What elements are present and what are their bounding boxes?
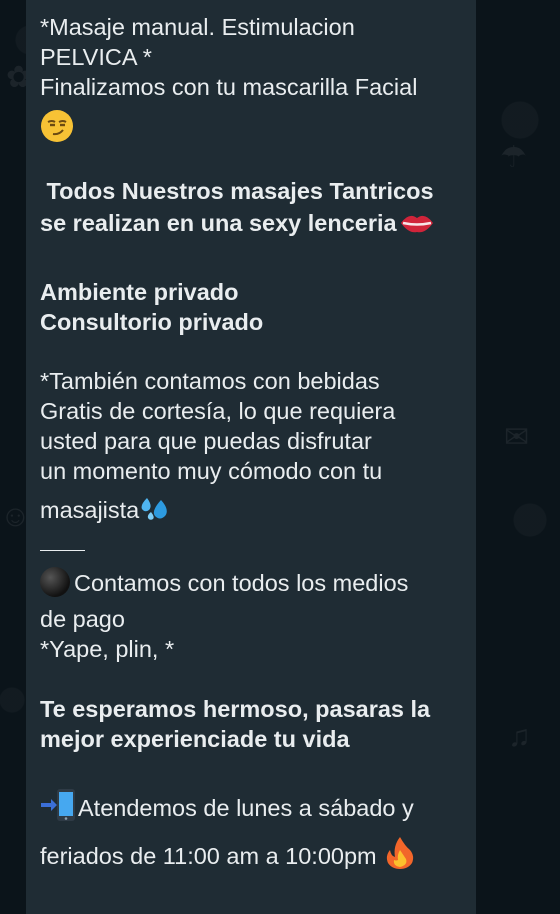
divider [40,550,85,551]
mobile-phone-arrow-icon [41,789,75,821]
message-line: Contamos con todos los medios [40,567,470,598]
wallpaper-doodle-icon: ✉ [504,421,530,454]
message-line: PELVICA * [40,44,152,70]
message-line: se realizan en una sexy lenceria [40,208,470,238]
message-line: *También contamos con bebidas [40,368,380,394]
message-line: de pago [40,606,125,632]
message-line: Consultorio privado [40,309,264,335]
message-line: un momento muy cómodo con tu [40,458,383,484]
message-line: Ambiente privado [40,279,239,305]
message-line: mejor experienciade tu vida [40,726,350,752]
wallpaper-doodle-icon: ♫ [508,720,531,753]
message-line: Finalizamos con tu mascarilla Facial [40,74,418,100]
message-line: *Masaje manual. Estimulacion [40,14,355,40]
sweat-droplets-icon [141,498,168,520]
wallpaper-doodle-icon: ☂ [500,141,527,174]
message-line: Gratis de cortesía, lo que requiera [40,398,396,424]
message-line: masajista [40,494,470,525]
fire-icon [386,837,413,869]
message-line: usted para que puedas disfrutar [40,428,372,454]
lips-icon [400,215,433,233]
message-line: Te esperamos hermoso, pasaras la [40,696,431,722]
message-line: Todos Nuestros masajes Tantricos [40,178,434,204]
message-line: feriados de 11:00 am a 10:00pm [40,836,470,871]
message-line: Atendemos de lunes a sábado y [40,788,470,823]
message-line: *Yape, plin, * [40,636,175,662]
black-circle-icon [40,567,70,597]
message-bubble[interactable]: *Masaje manual. Estimulacion PELVICA * F… [26,0,476,914]
smirking-face-icon [41,110,73,142]
